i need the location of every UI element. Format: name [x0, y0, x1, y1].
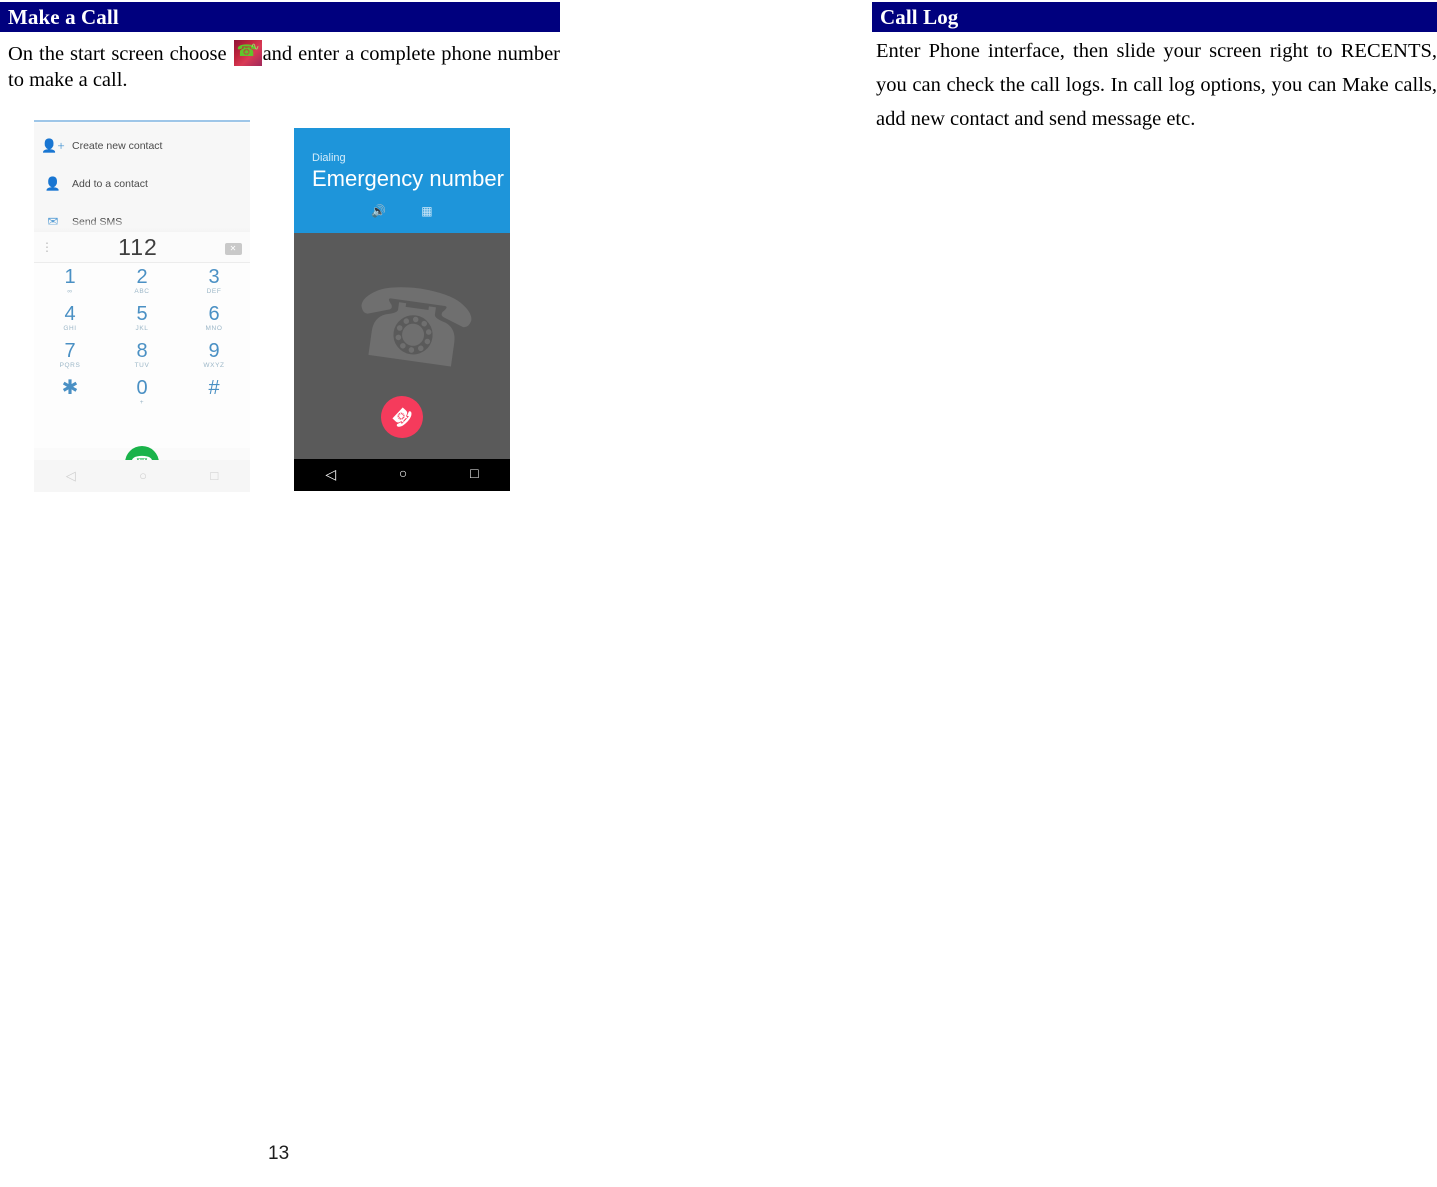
- key-letters: ABC: [134, 288, 150, 295]
- key-digit: 0: [136, 377, 148, 399]
- call-status-label: Dialing: [312, 152, 346, 164]
- phone-call-app-icon: ☎ ∿: [233, 40, 262, 66]
- call-contact-name: Emergency number: [312, 166, 504, 191]
- keypad-icon[interactable]: ▦: [421, 204, 432, 218]
- key-letters: PQRS: [59, 362, 81, 369]
- dialpad-key-7[interactable]: 7 PQRS: [34, 341, 106, 378]
- entered-number: 112: [118, 233, 158, 260]
- key-letters: MNO: [205, 325, 223, 332]
- key-digit: 9: [208, 340, 220, 362]
- key-letters: WXYZ: [203, 362, 225, 369]
- key-digit: 3: [208, 266, 220, 288]
- nav-recents-icon[interactable]: □: [210, 468, 218, 484]
- dialpad-key-hash[interactable]: #: [178, 378, 250, 415]
- android-nav-bar: ◁ ○ □: [34, 460, 250, 492]
- dialpad-key-4[interactable]: 4 GHI: [34, 304, 106, 341]
- key-digit: 6: [208, 303, 220, 325]
- kebab-menu-icon[interactable]: ⋮: [34, 241, 60, 253]
- dialpad-key-6[interactable]: 6 MNO: [178, 304, 250, 341]
- dialpad-key-star[interactable]: ✱: [34, 378, 106, 415]
- dialpad-key-3[interactable]: 3 DEF: [178, 267, 250, 304]
- nav-back-icon[interactable]: ◁: [66, 468, 76, 484]
- dialpad-key-9[interactable]: 9 WXYZ: [178, 341, 250, 378]
- phone-watermark-icon: ☎: [344, 263, 484, 392]
- dialpad-key-2[interactable]: 2 ABC: [106, 267, 178, 304]
- body-paragraph-left: On the start screen choose ☎ ∿ and enter a…: [8, 40, 560, 93]
- page-number-left: 13: [268, 1143, 290, 1164]
- key-digit: 5: [136, 303, 148, 325]
- key-letters: +: [139, 399, 145, 406]
- key-digit: ✱: [61, 377, 79, 399]
- body-paragraph-right: Enter Phone interface, then slide your s…: [876, 40, 1437, 130]
- end-call-icon[interactable]: ☎: [372, 387, 432, 447]
- dialpad-key-5[interactable]: 5 JKL: [106, 304, 178, 341]
- nav-back-icon[interactable]: ◁: [325, 467, 336, 484]
- dialpad-key-8[interactable]: 8 TUV: [106, 341, 178, 378]
- section-header-make-a-call: Make a Call: [0, 2, 560, 32]
- menu-item-label: Add to a contact: [72, 178, 148, 190]
- nav-recents-icon[interactable]: □: [470, 467, 478, 483]
- dialpad: 1 ∞ 2 ABC 3 DEF 4 GHI 5 JKL 6 MNO 7 PQRS 8 TUV 9…: [34, 263, 250, 448]
- dialing-header: Dialing Emergency number 🔊 ▦: [294, 128, 510, 233]
- menu-item-label: Create new contact: [72, 140, 163, 152]
- page-right: Call Log Enter Phone interface, then sli…: [700, 0, 1437, 1187]
- dialer-number-bar: ⋮ 112 ✕: [34, 232, 250, 263]
- key-letters: JKL: [135, 325, 149, 332]
- dialer-context-menu: 👤+ Create new contact 👤 Add to a contact…: [34, 124, 250, 234]
- screenshot-dialing: Dialing Emergency number 🔊 ▦ ☎ ☎ ◁ ○ □: [294, 128, 510, 491]
- menu-item-create-new-contact[interactable]: 👤+ Create new contact: [34, 128, 250, 164]
- person-icon: 👤: [44, 176, 62, 191]
- speaker-icon[interactable]: 🔊: [371, 204, 386, 218]
- android-nav-bar: ◁ ○ □: [294, 459, 510, 491]
- key-letters: TUV: [134, 362, 150, 369]
- key-letters: GHI: [63, 325, 77, 332]
- dialpad-key-1[interactable]: 1 ∞: [34, 267, 106, 304]
- dialing-body: ☎ ☎: [294, 234, 510, 459]
- in-call-actions: 🔊 ▦: [294, 204, 510, 219]
- page-title: Make a Call: [8, 4, 119, 29]
- nav-home-icon[interactable]: ○: [399, 467, 407, 483]
- backspace-icon: ✕: [224, 243, 242, 255]
- person-add-icon: 👤+: [41, 138, 65, 153]
- key-digit: 7: [64, 340, 76, 362]
- page-left: Make a Call On the start screen choose ☎…: [0, 0, 700, 1187]
- page-title: Call Log: [880, 4, 959, 29]
- key-digit: 2: [136, 266, 148, 288]
- dialpad-key-0[interactable]: 0 +: [106, 378, 178, 415]
- nav-home-icon[interactable]: ○: [139, 468, 147, 484]
- menu-item-add-to-a-contact[interactable]: 👤 Add to a contact: [34, 166, 250, 202]
- key-digit: #: [208, 377, 220, 399]
- screenshot-dialer: 👤+ Create new contact 👤 Add to a contact…: [34, 120, 250, 492]
- key-digit: 4: [64, 303, 76, 325]
- section-header-call-log: Call Log: [872, 2, 1437, 32]
- key-digit: 8: [136, 340, 148, 362]
- key-digit: 1: [64, 266, 76, 288]
- paragraph-text-before-icon: On the start screen choose: [8, 43, 233, 65]
- backspace-button[interactable]: ✕: [216, 238, 250, 256]
- key-letters: DEF: [206, 288, 222, 295]
- key-letters: ∞: [67, 288, 73, 295]
